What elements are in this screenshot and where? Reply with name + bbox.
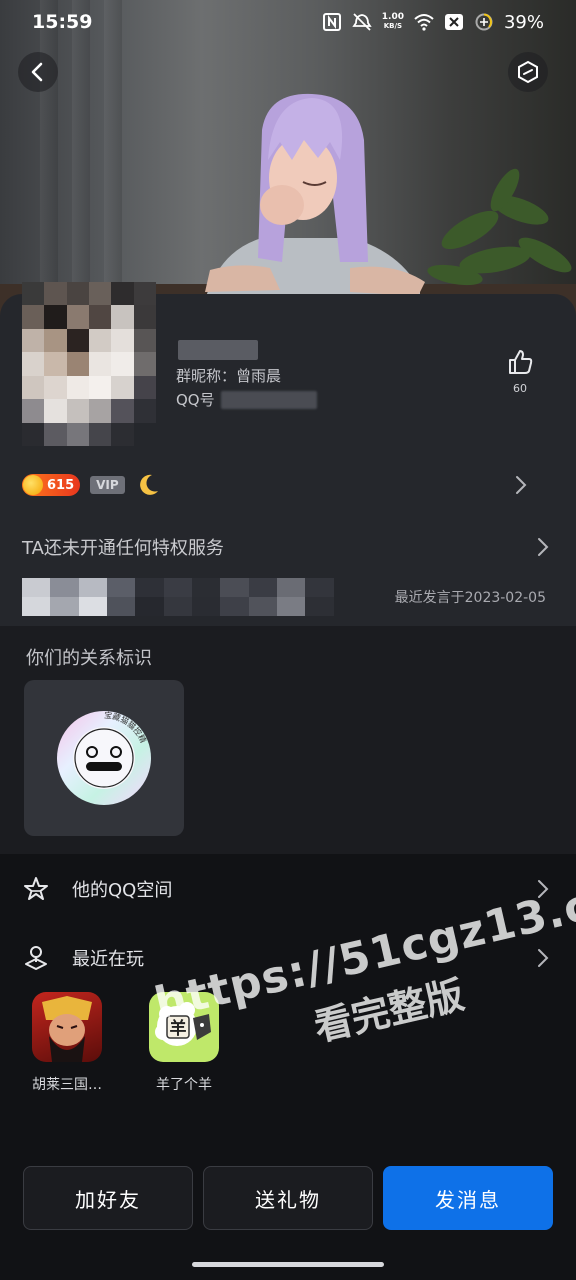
battery-icon [475, 13, 493, 31]
mute-icon [352, 13, 372, 31]
back-button[interactable] [18, 52, 58, 92]
sheep-icon: 羊 [155, 1002, 211, 1046]
recent-play-label: 最近在玩 [72, 949, 144, 970]
privilege-row[interactable]: TA还未开通任何特权服务 [22, 534, 224, 560]
relation-title: 你们的关系标识 [26, 648, 152, 669]
moon-icon [139, 474, 158, 495]
send-message-button[interactable]: 发消息 [383, 1166, 553, 1230]
nfc-icon [322, 13, 341, 31]
network-speed-unit: KB/S [383, 22, 403, 30]
vip-badge: VIP [90, 476, 125, 494]
network-speed: 1.00 KB/S [382, 13, 404, 31]
status-time: 15:59 [32, 11, 93, 33]
profile-cover-image [0, 0, 576, 330]
level-badges-row[interactable]: 615 VIP [22, 472, 554, 498]
chevron-left-icon [31, 62, 43, 82]
add-friend-button[interactable]: 加好友 [23, 1166, 193, 1230]
qq-number-row: QQ号 [176, 389, 317, 410]
qq-number-blurred [220, 390, 317, 409]
send-gift-label: 送礼物 [255, 1187, 321, 1212]
avatar[interactable] [22, 282, 156, 446]
chevron-right-icon [538, 880, 549, 898]
game-item[interactable]: 胡莱三国… [22, 992, 112, 1094]
star-icon [24, 877, 48, 900]
privilege-text: TA还未开通任何特权服务 [22, 538, 224, 559]
send-message-label: 发消息 [435, 1187, 501, 1212]
game-icon-sheep: 羊 [149, 992, 219, 1062]
more-actions-button[interactable] [508, 52, 548, 92]
battery-percent: 39% [503, 11, 544, 33]
home-indicator[interactable] [192, 1262, 384, 1267]
game-icon-hulai-sanguo [32, 992, 102, 1062]
status-icons: 1.00 KB/S 39% [322, 12, 544, 33]
qq-level-badge: 615 [22, 474, 81, 496]
last-speak-time: 最近发言于2023-02-05 [394, 590, 546, 606]
profile-page: 15:59 1.00 KB/S 39% 群昵称：曾雨晨 QQ号 60 615 V… [0, 0, 576, 1280]
relation-section: 你们的关系标识 宝藏猫猫控精 [0, 626, 576, 854]
group-nickname: 群昵称：曾雨晨 [176, 367, 282, 385]
chevron-right-icon [538, 949, 549, 967]
game-item[interactable]: 羊 羊了个羊 [139, 992, 229, 1094]
recent-play-row[interactable]: 最近在玩 [0, 928, 576, 988]
wifi-icon [414, 14, 434, 31]
relation-badge-card[interactable]: 宝藏猫猫控精 [24, 680, 184, 836]
chevron-right-icon [516, 476, 527, 494]
sim-off-icon [444, 14, 463, 30]
game-controller-icon [25, 946, 47, 970]
friendship-badge-icon: 宝藏猫猫控精 [57, 710, 151, 805]
game-name: 胡莱三国… [32, 1077, 102, 1093]
qq-number-label: QQ号 [176, 391, 215, 409]
nickname-blurred [178, 340, 258, 360]
avatar-3d-character [0, 93, 576, 330]
like-count: 60 [513, 382, 527, 395]
sheep-glyph: 羊 [170, 1018, 187, 1039]
network-speed-value: 1.00 [381, 12, 404, 22]
send-gift-button[interactable]: 送礼物 [203, 1166, 373, 1230]
game-name: 羊了个羊 [156, 1077, 212, 1093]
hexagon-slash-icon [518, 60, 538, 84]
add-friend-label: 加好友 [75, 1187, 141, 1212]
qzone-row[interactable]: 他的QQ空间 [0, 859, 576, 919]
like-button[interactable]: 60 [500, 348, 540, 395]
privilege-chevron-icon [538, 538, 549, 556]
qzone-label: 他的QQ空间 [72, 880, 173, 901]
warrior-portrait-icon [42, 996, 92, 1062]
status-bar: 15:59 1.00 KB/S 39% [0, 0, 576, 44]
signature-blurred [22, 578, 362, 616]
thumbs-up-icon [509, 350, 533, 374]
qq-level-value: 615 [47, 477, 75, 493]
sun-coin-icon [23, 475, 43, 495]
